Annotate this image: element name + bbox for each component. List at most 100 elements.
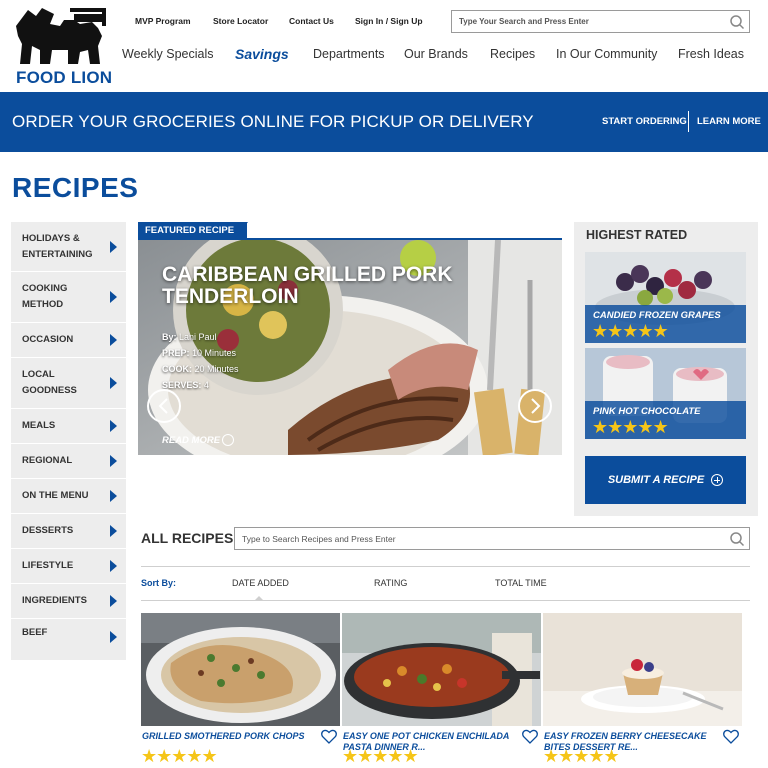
highest-rated-card-grapes[interactable]: CANDIED FROZEN GRAPES ★★★★★ [585,252,746,343]
featured-recipe-title[interactable]: CARIBBEAN GRILLED PORK TENDERLOIN [162,264,482,308]
sidebar-item-desserts[interactable]: DESSERTS [11,514,126,549]
recipe-search-input[interactable] [235,528,715,549]
chevron-right-icon [110,420,117,432]
chevron-right-icon [110,525,117,537]
page-title: RECIPES [12,172,139,203]
plus-circle-icon[interactable] [222,434,234,446]
cheesecake-bites-photo [543,613,742,726]
featured-cook-time: COOK: 20 Minutes [162,364,239,374]
sort-date-added[interactable]: DATE ADDED [232,578,289,588]
recipe-card-image[interactable] [342,613,541,726]
food-lion-logo[interactable]: FOOD LION [14,6,112,88]
nav-departments[interactable]: Departments [313,47,385,61]
submit-recipe-label: SUBMIT A RECIPE [607,474,705,486]
heart-icon[interactable] [723,729,739,744]
featured-author: By: Lani Paul [162,332,217,342]
contact-us-link[interactable]: Contact Us [289,16,334,26]
star-rating: ★★★★★ [592,321,669,341]
learn-more-link[interactable]: LEARN MORE [697,116,761,127]
chevron-right-icon [110,334,117,346]
star-rating: ★★★★★ [592,417,669,437]
search-icon[interactable] [729,531,745,547]
chevron-left-icon [158,398,168,414]
chevron-right-icon [110,560,117,572]
sidebar-item-beef[interactable]: BEEF [11,619,126,661]
nav-weekly-specials[interactable]: Weekly Specials [122,47,213,61]
online-ordering-banner: ORDER YOUR GROCERIES ONLINE FOR PICKUP O… [0,92,768,152]
chevron-right-icon [110,240,117,253]
star-rating: ★★★★★ [342,746,419,766]
card-overlay: PINK HOT CHOCOLATE ★★★★★ [585,401,746,439]
star-rating: ★★★★★ [141,746,218,766]
recipe-card-image[interactable] [543,613,742,726]
pork-chops-photo [141,613,340,726]
chevron-right-icon [110,595,117,607]
heart-icon[interactable] [321,729,337,744]
sidebar-item-label: LIFESTYLE [22,560,74,571]
sidebar-item-occasion[interactable]: OCCASION [11,323,126,358]
nav-recipes[interactable]: Recipes [490,47,535,61]
store-locator-link[interactable]: Store Locator [213,16,268,26]
site-search [451,10,750,33]
chevron-right-icon [110,291,117,303]
heart-icon[interactable] [522,729,538,744]
sidebar-item-label: BEEF [22,627,48,638]
active-sort-indicator [254,596,264,601]
highest-rated-title: HIGHEST RATED [586,228,688,242]
star-rating: ★★★★★ [543,746,620,766]
sidebar-item-label: OCCASION [22,334,74,345]
sign-in-link[interactable]: Sign In / Sign Up [355,16,423,26]
mvp-program-link[interactable]: MVP Program [135,16,191,26]
card-overlay: CANDIED FROZEN GRAPES ★★★★★ [585,305,746,343]
recipe-card-image[interactable] [141,613,340,726]
carousel-prev-button[interactable] [147,389,181,423]
submit-recipe-button[interactable]: SUBMIT A RECIPE [585,456,746,504]
nav-in-our-community[interactable]: In Our Community [556,47,657,61]
sidebar-item-ingredients[interactable]: INGREDIENTS [11,584,126,619]
sort-by-label: Sort By: [141,578,177,588]
recipe-category-sidebar: HOLIDAYS & ENTERTAINING COOKING METHOD O… [11,222,126,661]
nav-fresh-ideas[interactable]: Fresh Ideas [678,47,744,61]
recipe-search [234,527,750,550]
sidebar-item-lifestyle[interactable]: LIFESTYLE [11,549,126,584]
highest-rated-name: PINK HOT CHOCOLATE [593,406,701,417]
all-recipes-title: ALL RECIPES [141,530,234,546]
highest-rated-name: CANDIED FROZEN GRAPES [593,310,721,321]
sidebar-item-regional[interactable]: REGIONAL [11,444,126,479]
sidebar-item-label: INGREDIENTS [22,595,87,606]
sidebar-item-meals[interactable]: MEALS [11,409,126,444]
sidebar-item-label: ON THE MENU [22,490,89,501]
sidebar-item-label: HOLIDAYS & ENTERTAINING [22,232,93,260]
sidebar-item-on-the-menu[interactable]: ON THE MENU [11,479,126,514]
chevron-right-icon [110,631,117,643]
sidebar-item-cooking-method[interactable]: COOKING METHOD [11,272,126,323]
highest-rated-card-hot-chocolate[interactable]: PINK HOT CHOCOLATE ★★★★★ [585,348,746,439]
start-ordering-link[interactable]: START ORDERING [602,116,687,127]
sidebar-item-label: DESSERTS [22,525,74,536]
sort-total-time[interactable]: TOTAL TIME [495,578,547,588]
recipe-card-title[interactable]: GRILLED SMOTHERED PORK CHOPS [142,731,312,742]
chevron-right-icon [110,377,117,389]
plus-circle-icon [711,474,724,486]
chevron-right-icon [110,490,117,502]
site-search-input[interactable] [452,11,722,32]
chevron-right-icon [110,455,117,467]
sidebar-item-local-goodness[interactable]: LOCAL GOODNESS [11,358,126,409]
featured-prep-time: PREP: 10 Minutes [162,348,237,358]
nav-our-brands[interactable]: Our Brands [404,47,468,61]
sidebar-item-holidays[interactable]: HOLIDAYS & ENTERTAINING [11,222,126,272]
nav-savings[interactable]: Savings [235,46,289,62]
sidebar-item-label: MEALS [22,420,56,431]
chevron-right-icon [531,398,541,414]
read-more-link[interactable]: READ MORE [162,435,220,446]
site-header: FOOD LION MVP Program Store Locator Cont… [0,0,768,92]
divider [141,600,750,601]
search-icon[interactable] [729,14,745,30]
sidebar-item-label: REGIONAL [22,455,73,466]
banner-divider [688,111,689,132]
divider [141,566,750,567]
sidebar-item-label: LOCAL GOODNESS [22,369,77,396]
sort-rating[interactable]: RATING [374,578,407,588]
enchilada-pasta-photo [342,613,541,726]
carousel-next-button[interactable] [518,389,552,423]
